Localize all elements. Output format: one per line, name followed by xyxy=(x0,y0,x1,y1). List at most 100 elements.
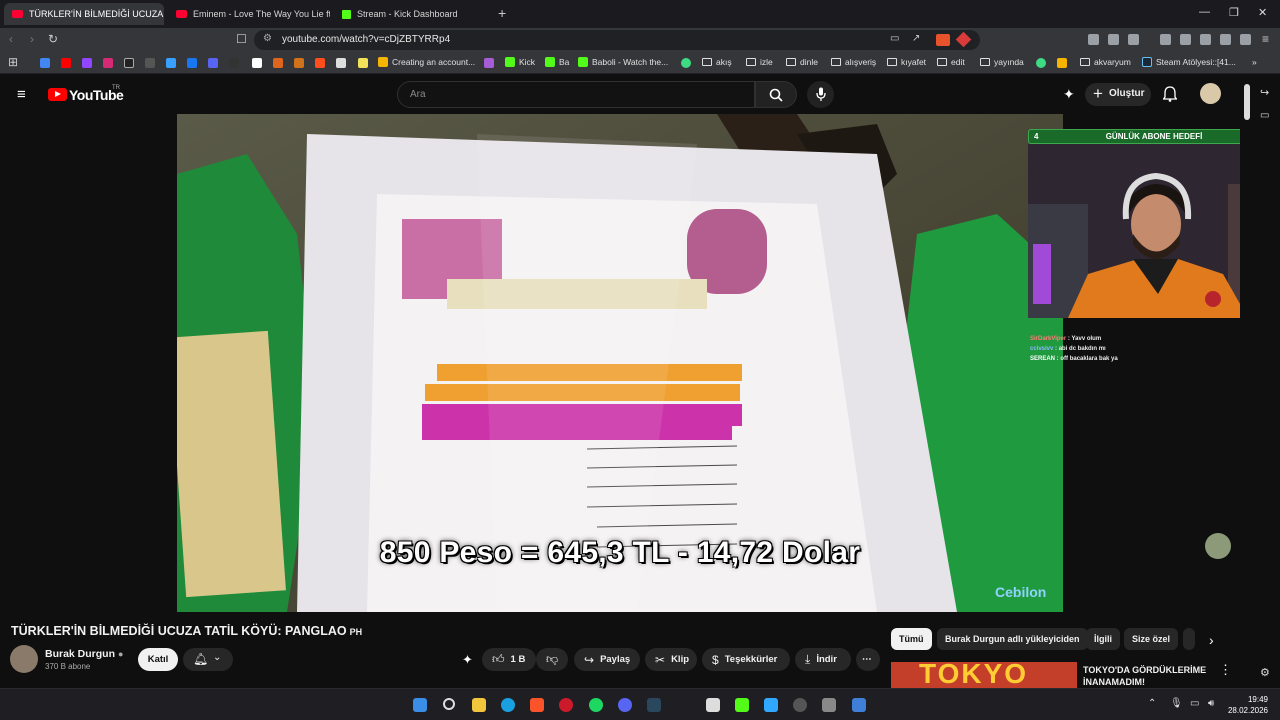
more-actions-button[interactable]: ⋯ xyxy=(856,648,880,671)
brave-shields-icon[interactable] xyxy=(936,34,950,46)
bookmark-folder[interactable]: kıyafet xyxy=(887,57,926,67)
bookmark-item[interactable]: Creating an account... xyxy=(378,57,475,67)
recommendation-title[interactable]: TOKYO'DA GÖRDÜKLERİME İNANAMADIM! xyxy=(1083,664,1223,688)
tab-eminem[interactable]: Eminem - Love The Way You Lie ft. R xyxy=(168,3,330,25)
new-tab-button[interactable]: + xyxy=(498,5,506,21)
bookmark-site-icon[interactable] xyxy=(187,58,197,68)
settings-gear-icon[interactable]: ⚙ xyxy=(1260,666,1270,679)
bookmark-site-icon[interactable] xyxy=(166,58,176,68)
create-button[interactable]: Oluştur xyxy=(1085,83,1151,106)
bookmark-folder[interactable]: akvaryum xyxy=(1080,57,1131,67)
extensions-icon[interactable] xyxy=(1108,34,1119,45)
brave-icon[interactable] xyxy=(530,698,544,712)
bookmark-site-icon[interactable] xyxy=(1057,58,1067,68)
extension-puzzle-icon[interactable]: ✦ xyxy=(1063,86,1075,103)
tab-youtube-video[interactable]: TÜRKLER'İN BİLMEDİĞİ UCUZA ✕ xyxy=(4,3,164,25)
spotify-icon[interactable] xyxy=(589,698,603,712)
chip-for-you[interactable]: Size özel xyxy=(1124,628,1179,650)
bookmark-site-icon[interactable] xyxy=(681,58,691,68)
address-bar[interactable]: ⚙ youtube.com/watch?v=cDjZBTYRRp4 ▭ ↗ xyxy=(254,30,980,50)
reload-icon[interactable]: ↻ xyxy=(48,32,58,46)
video-player[interactable]: 850 Peso = 645,3 TL - 14,72 Dolar Cebilo… xyxy=(177,114,1063,612)
bookmark-site-icon[interactable] xyxy=(229,58,239,68)
bookmark-item[interactable]: Ba xyxy=(545,57,569,67)
notifications-bell-icon[interactable] xyxy=(1163,86,1177,102)
more-bookmarks-icon[interactable]: » xyxy=(1252,57,1257,67)
bookmark-site-icon[interactable] xyxy=(358,58,368,68)
apps-grid-icon[interactable]: ⊞ xyxy=(8,55,18,69)
app-icon[interactable] xyxy=(706,698,720,712)
like-button[interactable]: 👍︎ 1 B xyxy=(482,648,536,671)
discord-icon[interactable] xyxy=(618,698,632,712)
brave-rewards-icon[interactable] xyxy=(955,31,972,48)
obs-icon[interactable] xyxy=(793,698,807,712)
bookmark-site-icon[interactable] xyxy=(273,58,283,68)
bookmark-page-icon[interactable]: ☐ xyxy=(236,32,247,46)
channel-avatar[interactable] xyxy=(10,645,38,673)
google-icon[interactable] xyxy=(40,58,50,68)
bookmark-item[interactable]: Kick xyxy=(505,57,535,67)
volume-icon[interactable]: 🔊︎ xyxy=(1208,698,1214,709)
media-icon[interactable] xyxy=(1160,34,1171,45)
github-icon[interactable] xyxy=(145,58,155,68)
search-icon[interactable] xyxy=(443,698,455,710)
minimize-icon[interactable]: — xyxy=(1199,6,1210,18)
download-button[interactable]: ⤓ İndir xyxy=(795,648,851,671)
forward-icon[interactable]: › xyxy=(30,32,34,46)
chip-from-uploader[interactable]: Burak Durgun adlı yükleyiciden xyxy=(937,628,1088,650)
panel-icon[interactable]: ▭ xyxy=(1260,110,1269,121)
bookmark-folder[interactable]: edit xyxy=(937,57,965,67)
bookmark-site-icon[interactable] xyxy=(484,58,494,68)
share-button[interactable]: ↪ Paylaş xyxy=(574,648,640,671)
bookmark-item[interactable]: Steam Atölyesi::[41... xyxy=(1142,57,1236,67)
bookmark-site-icon[interactable] xyxy=(208,58,218,68)
bookmark-item[interactable]: Baboli - Watch the... xyxy=(578,57,668,67)
bookmark-site-icon[interactable] xyxy=(315,58,325,68)
bookmark-folder[interactable]: alışveriş xyxy=(831,57,876,67)
bookmark-folder[interactable]: akış xyxy=(702,57,732,67)
bookmark-site-icon[interactable] xyxy=(1036,58,1046,68)
tray-expand-icon[interactable]: ⌃ xyxy=(1148,698,1156,709)
sidebar-icon[interactable] xyxy=(1180,34,1191,45)
photoshop-icon[interactable] xyxy=(764,698,778,712)
vpn-shield-icon[interactable] xyxy=(1240,34,1251,45)
chip-all[interactable]: Tümü xyxy=(891,628,932,650)
site-settings-icon[interactable]: ⚙ xyxy=(263,33,272,44)
restore-icon[interactable]: ❐ xyxy=(1229,6,1239,19)
chip-related[interactable]: İlgili xyxy=(1086,628,1120,650)
x-icon[interactable] xyxy=(124,58,134,68)
back-icon[interactable]: ‹ xyxy=(9,32,13,46)
bookmark-site-icon[interactable] xyxy=(252,58,262,68)
more-vertical-icon[interactable]: ⋮ xyxy=(1219,662,1232,678)
subscription-bell-button[interactable]: 🔔︎ ⌄ xyxy=(183,648,233,671)
hamburger-menu-icon[interactable]: ≡ xyxy=(17,86,26,103)
scrollbar-thumb[interactable] xyxy=(1244,84,1250,120)
bookmark-folder[interactable]: izle xyxy=(746,57,773,67)
steam-icon[interactable] xyxy=(647,698,661,712)
thanks-button[interactable]: $ Teşekkürler xyxy=(702,648,790,671)
youtube-logo-icon[interactable] xyxy=(48,88,67,101)
file-explorer-icon[interactable] xyxy=(472,698,486,712)
youtube-bookmark-icon[interactable] xyxy=(61,58,71,68)
join-button[interactable]: Katıl xyxy=(138,648,178,671)
app-icon[interactable] xyxy=(852,698,866,712)
leo-ai-icon[interactable] xyxy=(1220,34,1231,45)
edge-icon[interactable] xyxy=(501,698,515,712)
close-tab-icon[interactable]: ✕ xyxy=(163,9,164,20)
search-input[interactable]: Ara xyxy=(397,81,755,108)
close-window-icon[interactable]: ✕ xyxy=(1258,6,1267,19)
app-icon[interactable] xyxy=(822,698,836,712)
chevron-right-icon[interactable]: › xyxy=(1209,632,1214,648)
sidebar-toggle-icon[interactable]: ↪ xyxy=(1260,86,1269,99)
microphone-tray-icon[interactable]: 🎙︎ xyxy=(1170,698,1183,709)
extension-star-icon[interactable]: ✦ xyxy=(462,652,473,668)
wallet-icon[interactable] xyxy=(1200,34,1211,45)
kick-app-icon[interactable] xyxy=(735,698,749,712)
tab-kick-dashboard[interactable]: Stream - Kick Dashboard xyxy=(334,3,494,25)
bookmark-site-icon[interactable] xyxy=(294,58,304,68)
cast-icon[interactable]: ▭ xyxy=(890,33,899,44)
bookmark-folder[interactable]: yayında xyxy=(980,57,1024,67)
display-tray-icon[interactable]: ▭ xyxy=(1190,698,1199,709)
recommendation-thumbnail[interactable]: TOKYO xyxy=(891,662,1077,688)
vpn-icon[interactable] xyxy=(1088,34,1099,45)
